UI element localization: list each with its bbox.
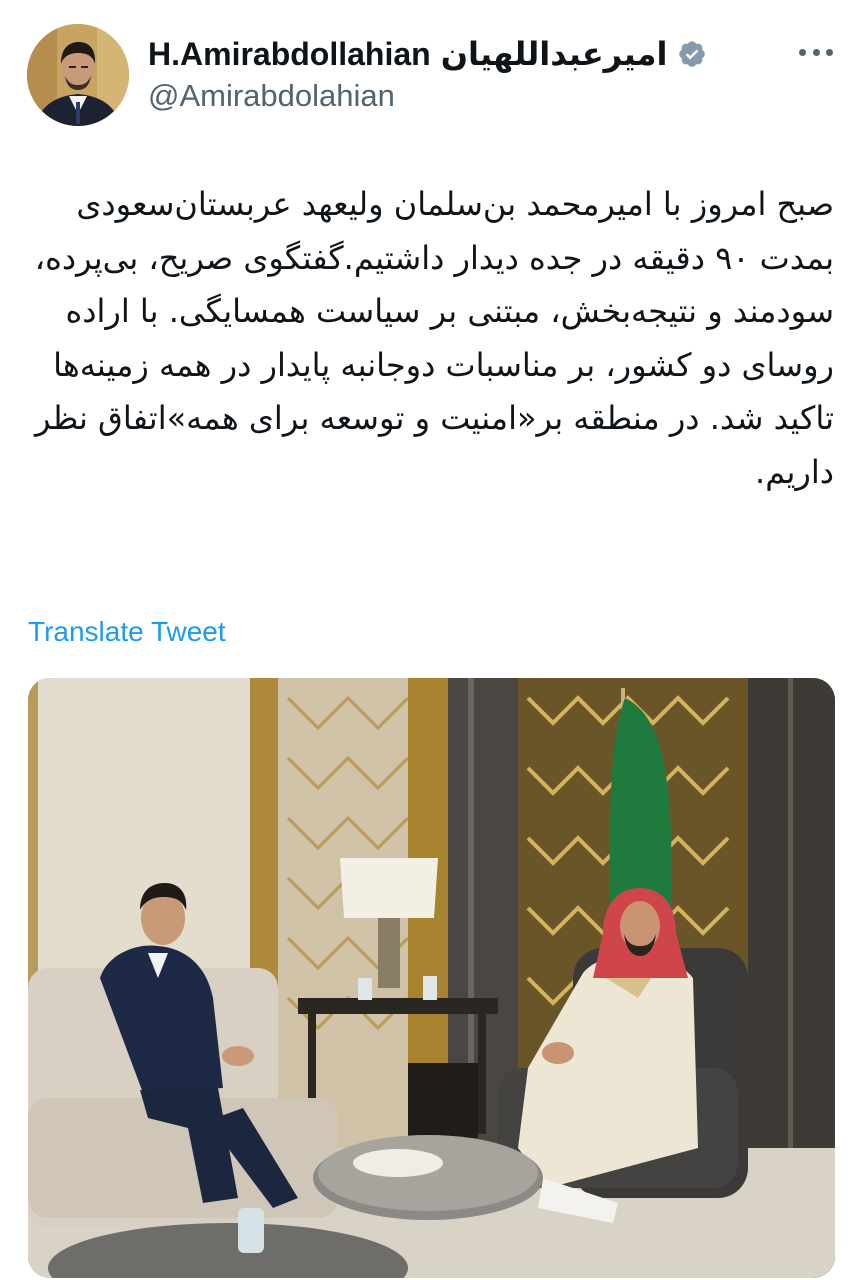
author-names: H.Amirabdollahian امیرعبداللهیان @Amirab… <box>148 32 707 114</box>
meeting-photo <box>28 678 835 1278</box>
more-options-icon[interactable] <box>799 46 833 58</box>
tweet-header: H.Amirabdollahian امیرعبداللهیان @Amirab… <box>0 0 863 140</box>
verified-badge-icon <box>677 39 707 69</box>
author-display-name-persian[interactable]: امیرعبداللهیان <box>441 35 668 73</box>
author-avatar[interactable] <box>27 24 129 126</box>
profile-photo-icon <box>27 24 129 126</box>
author-handle[interactable]: @Amirabdolahian <box>148 78 707 114</box>
tweet-text: صبح امروز با امیرمحمد بن‌سلمان ولیعهد عر… <box>34 185 834 491</box>
author-display-name-latin[interactable]: H.Amirabdollahian <box>148 36 431 73</box>
translate-tweet-link[interactable]: Translate Tweet <box>28 616 226 648</box>
tweet-media-photo[interactable] <box>28 678 835 1278</box>
